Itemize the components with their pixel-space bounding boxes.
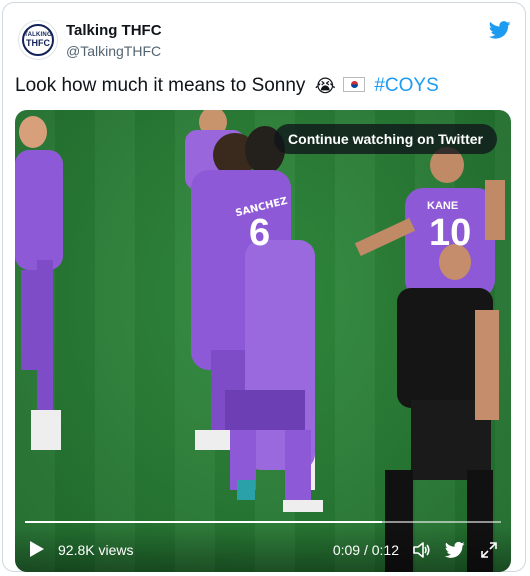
volume-icon[interactable] xyxy=(411,540,431,560)
tweet-text: Look how much it means to Sonny 😭 #COYS xyxy=(15,75,439,97)
play-icon[interactable] xyxy=(29,540,45,558)
view-count: 92.8K views xyxy=(58,542,134,558)
player-left xyxy=(15,116,63,450)
video-player[interactable]: SANCHEZ 6 KANE 10 Continue watching on T… xyxy=(15,110,511,572)
video-frame xyxy=(15,110,505,572)
south-korea-flag-emoji xyxy=(343,77,366,92)
account-handle[interactable]: @TalkingTHFC xyxy=(66,43,161,59)
hashtag-link[interactable]: #COYS xyxy=(374,75,438,96)
player-cluster xyxy=(185,110,323,512)
tweet-card: TALKING THFC Talking THFC @TalkingTHFC L… xyxy=(2,2,526,572)
account-name[interactable]: Talking THFC xyxy=(66,22,162,39)
continue-watching-button[interactable]: Continue watching on Twitter xyxy=(274,124,497,154)
video-controls: 92.8K views 0:09 / 0:12 xyxy=(15,526,511,572)
avatar[interactable]: TALKING THFC xyxy=(18,20,58,60)
video-time: 0:09 / 0:12 xyxy=(332,542,399,558)
video-progress-bar[interactable] xyxy=(25,521,501,523)
crying-face-emoji: 😭 xyxy=(314,76,336,96)
expand-icon[interactable] xyxy=(479,540,499,560)
tweet-body: Look how much it means to Sonny xyxy=(15,75,306,96)
shirt-name-kane: KANE xyxy=(427,200,459,212)
twitter-bird-icon[interactable] xyxy=(489,19,511,41)
twitter-bird-icon[interactable] xyxy=(445,540,465,560)
talking-thfc-logo: TALKING THFC xyxy=(22,24,54,56)
shirt-number-10: 10 xyxy=(429,212,472,254)
video-progress-fill xyxy=(25,521,382,523)
shirt-number-6: 6 xyxy=(249,212,271,254)
